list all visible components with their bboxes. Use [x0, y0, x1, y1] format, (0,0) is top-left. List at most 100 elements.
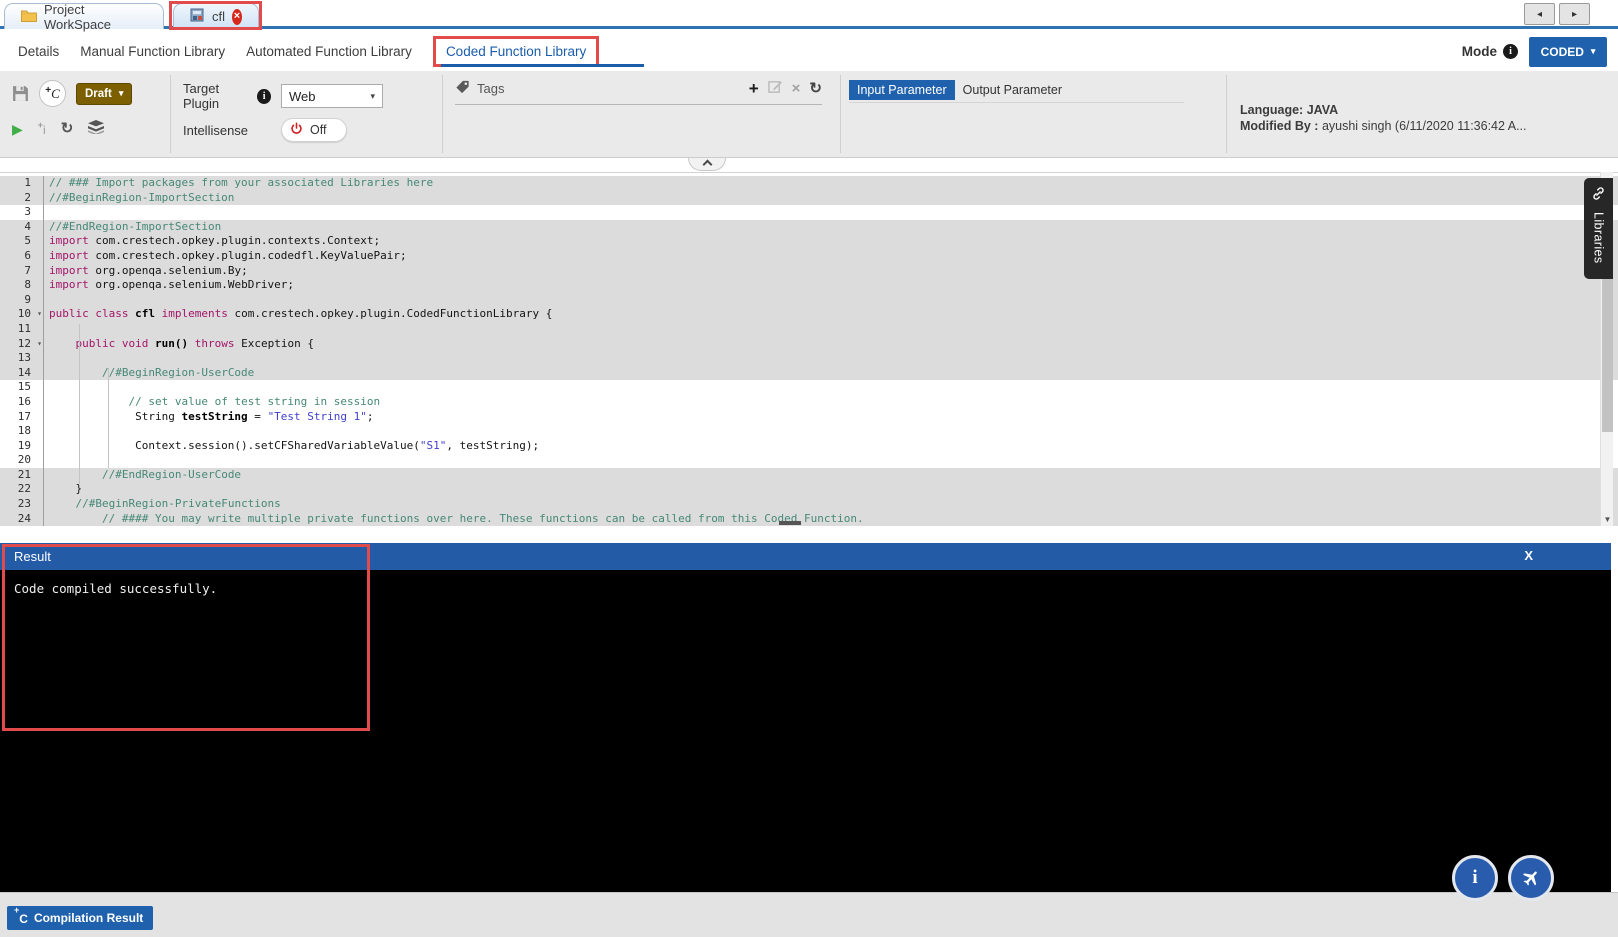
- code-text: public void run() throws Exception {: [75, 336, 314, 350]
- code-line[interactable]: 7 import org.openqa.selenium.By;: [0, 263, 1618, 279]
- layers-icon[interactable]: [88, 120, 105, 137]
- code-line[interactable]: 13: [0, 351, 1618, 366]
- target-plugin-select[interactable]: Web ▾: [281, 84, 383, 108]
- close-tab-icon[interactable]: ×: [232, 8, 242, 25]
- refresh-tags-icon[interactable]: ↻: [809, 81, 822, 96]
- toolbar-parameters-section: Input Parameter Output Parameter: [841, 71, 1226, 157]
- intellisense-label: Intellisense: [183, 122, 249, 138]
- libraries-side-tab[interactable]: Libraries: [1584, 178, 1613, 279]
- vertical-scrollbar-thumb[interactable]: [1602, 262, 1613, 432]
- code-editor[interactable]: 1 // ### Import packages from your associ…: [0, 172, 1618, 526]
- refresh-icon[interactable]: ↻: [61, 121, 74, 136]
- code-line[interactable]: 16 // set value of test string in sessio…: [0, 394, 1618, 410]
- link-icon: [1592, 187, 1605, 205]
- code-line[interactable]: 10 ▾ public class cfl implements com.crest…: [0, 307, 1618, 322]
- code-line[interactable]: 15: [0, 380, 1618, 395]
- line-number: 15: [0, 380, 44, 395]
- tab-project-workspace[interactable]: Project WorkSpace: [4, 1, 164, 32]
- add-tag-icon[interactable]: +: [749, 80, 759, 97]
- toolbar-actions-section: + C Draft ▾ ▶ +i ↻: [0, 71, 170, 157]
- tab-input-parameter[interactable]: Input Parameter: [849, 80, 955, 100]
- tags-input[interactable]: [455, 104, 822, 105]
- fold-caret-icon[interactable]: ▾: [37, 307, 42, 322]
- chevron-down-icon: ▾: [370, 90, 375, 101]
- tab-output-parameter[interactable]: Output Parameter: [955, 80, 1070, 100]
- scroll-down-icon[interactable]: ▼: [1601, 515, 1614, 524]
- power-icon: [290, 122, 303, 138]
- code-lines: 1 // ### Import packages from your associ…: [0, 173, 1618, 526]
- code-line[interactable]: 8 import org.openqa.selenium.WebDriver;: [0, 278, 1618, 293]
- line-number: 22: [0, 482, 44, 498]
- tab-coded-function-library[interactable]: Coded Function Library: [432, 36, 645, 67]
- opkey-coded-function-library-page: Project WorkSpace cfl × ◂ ▸ Details Manu…: [0, 0, 1618, 937]
- tab-manual-function-library[interactable]: Manual Function Library: [80, 44, 225, 59]
- edit-tag-icon[interactable]: [767, 79, 783, 97]
- code-line[interactable]: 2 //#BeginRegion-ImportSection: [0, 190, 1618, 206]
- remove-tag-icon[interactable]: ×: [792, 81, 801, 96]
- code-line[interactable]: 19 Context.session().setCFSharedVariable…: [0, 438, 1618, 454]
- code-line[interactable]: 6 import com.crestech.opkey.plugin.codedf…: [0, 248, 1618, 264]
- code-line[interactable]: 3: [0, 205, 1618, 220]
- code-line[interactable]: 21 //#EndRegion-UserCode: [0, 467, 1618, 483]
- code-text: //#BeginRegion-UserCode: [101, 365, 255, 379]
- code-text: import com.crestech.opkey.plugin.codedfl…: [49, 248, 407, 262]
- tab-label: Project WorkSpace: [44, 1, 111, 32]
- target-plugin-info-icon[interactable]: i: [257, 88, 271, 104]
- mode-info-icon[interactable]: i: [1503, 44, 1518, 59]
- code-line[interactable]: 12 ▾ public void run() throws Exception {: [0, 336, 1618, 352]
- close-result-button[interactable]: X: [1524, 548, 1533, 563]
- code-line[interactable]: 17 String testString = "Test String 1";: [0, 409, 1618, 425]
- run-icon[interactable]: ▶: [12, 122, 23, 136]
- intellisense-toggle[interactable]: Off: [281, 118, 347, 142]
- compilation-result-button[interactable]: +C Compilation Result: [7, 905, 154, 930]
- line-number: 7: [0, 263, 44, 279]
- horizontal-scrollbar-thumb[interactable]: [779, 521, 801, 525]
- info-floating-button[interactable]: i: [1452, 855, 1498, 901]
- tab-automated-function-library[interactable]: Automated Function Library: [246, 44, 412, 59]
- code-line[interactable]: 5 import com.crestech.opkey.plugin.contex…: [0, 234, 1618, 249]
- code-text: // set value of test string in session: [128, 394, 381, 408]
- code-text: // #### You may write multiple private f…: [101, 511, 864, 525]
- tab-cfl[interactable]: cfl ×: [173, 3, 259, 29]
- mode-label: Mode: [1461, 44, 1497, 59]
- intellisense-state: Off: [310, 123, 327, 137]
- code-line[interactable]: 24 // #### You may write multiple privat…: [0, 511, 1618, 526]
- navigate-floating-button[interactable]: [1508, 855, 1554, 901]
- code-text: //#EndRegion-UserCode: [101, 467, 242, 481]
- modified-by-line: Modified By : ayushi singh (6/11/2020 11…: [1240, 119, 1527, 133]
- code-line[interactable]: 14 //#BeginRegion-UserCode: [0, 365, 1618, 381]
- coded-function-icon: +C: [14, 905, 28, 926]
- code-line[interactable]: 18: [0, 424, 1618, 439]
- line-number: 19: [0, 438, 44, 454]
- tab-details[interactable]: Details: [18, 44, 59, 59]
- code-line[interactable]: 23 //#BeginRegion-PrivateFunctions: [0, 497, 1618, 512]
- add-coded-function-icon[interactable]: + C: [39, 80, 66, 107]
- code-line[interactable]: 1 // ### Import packages from your associ…: [0, 176, 1618, 191]
- tab-scroll-left-icon[interactable]: ◂: [1524, 3, 1555, 25]
- code-line[interactable]: 20: [0, 453, 1618, 468]
- code-line[interactable]: 11: [0, 321, 1618, 337]
- draft-status-dropdown[interactable]: Draft ▾: [76, 82, 133, 105]
- add-info-icon[interactable]: +i: [38, 120, 46, 137]
- line-number: 20: [0, 453, 44, 468]
- code-line[interactable]: 22 }: [0, 482, 1618, 498]
- tag-icon: [455, 80, 470, 97]
- line-number: 21: [0, 467, 44, 483]
- code-line[interactable]: 4 //#EndRegion-ImportSection: [0, 219, 1618, 235]
- code-text: Context.session().setCFSharedVariableVal…: [49, 438, 540, 452]
- tab-scroll-right-icon[interactable]: ▸: [1559, 3, 1590, 25]
- code-text: }: [49, 482, 83, 496]
- fold-caret-icon[interactable]: ▾: [37, 337, 42, 352]
- mode-coded-dropdown[interactable]: CODED ▾: [1529, 36, 1607, 67]
- collapse-toolbar-handle[interactable]: [688, 158, 726, 171]
- console-message: Code compiled successfully.: [14, 581, 218, 596]
- line-number: 23: [0, 497, 44, 512]
- code-line[interactable]: 9: [0, 292, 1618, 308]
- line-number: 17: [0, 409, 44, 425]
- line-number: 3: [0, 205, 44, 220]
- save-icon[interactable]: [12, 85, 29, 102]
